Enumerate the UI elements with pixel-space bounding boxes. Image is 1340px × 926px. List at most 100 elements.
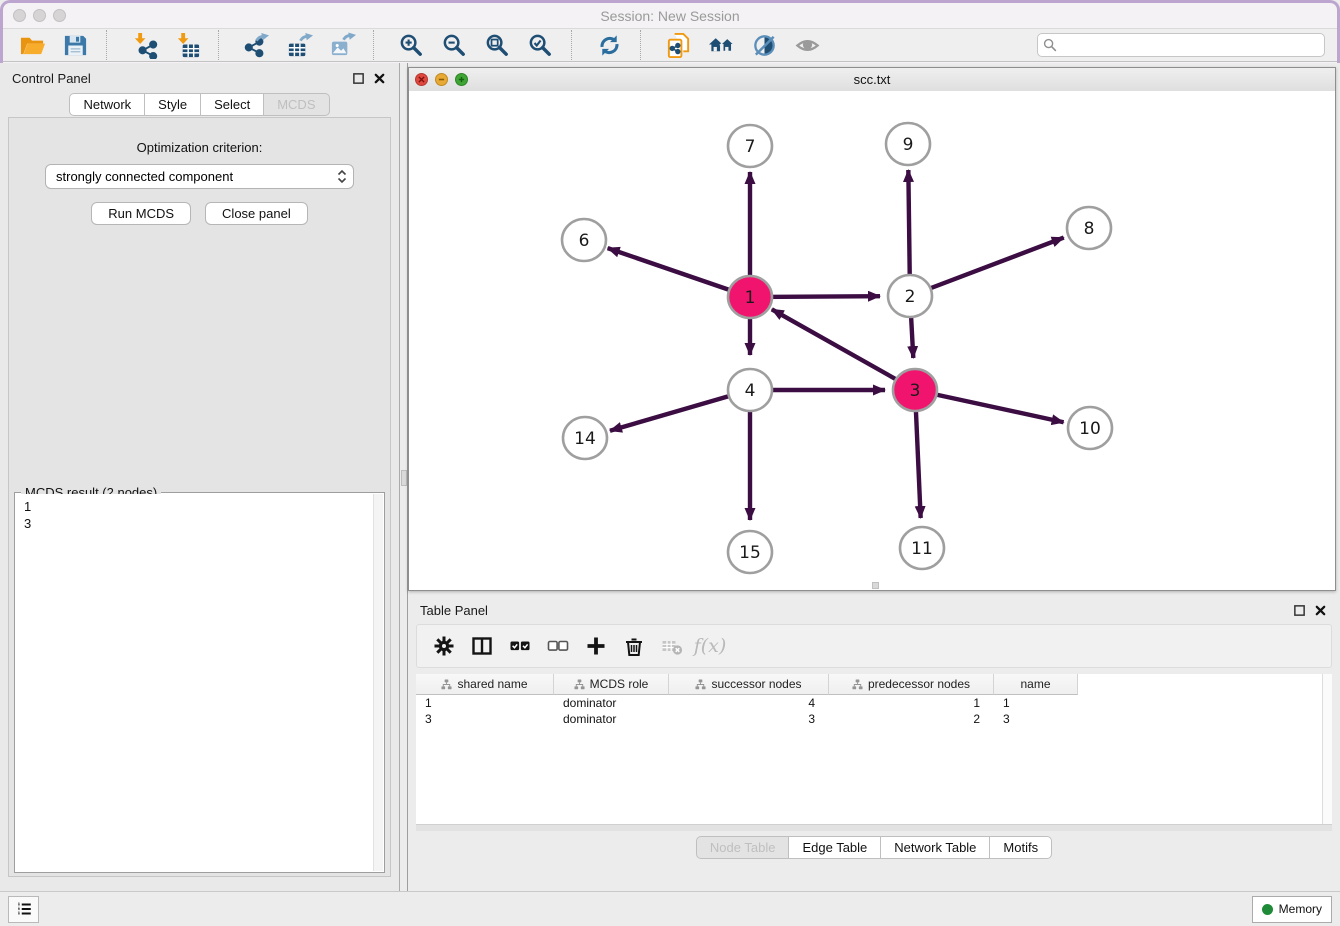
table-tabs: Node TableEdge TableNetwork TableMotifs	[408, 836, 1340, 859]
tab-network-table[interactable]: Network Table	[881, 836, 990, 859]
apply-layout-button[interactable]	[588, 30, 631, 60]
memory-status-dot	[1262, 904, 1273, 915]
export-image-button[interactable]	[321, 30, 364, 60]
table-toolbar: f(x)	[416, 624, 1332, 668]
column-header-name[interactable]: name	[994, 674, 1078, 695]
float-table-panel-icon[interactable]	[1292, 603, 1307, 618]
toolbar-separator	[218, 30, 232, 60]
table-header-row: shared nameMCDS rolesuccessor nodesprede…	[416, 674, 1323, 695]
toolbar-separator	[106, 30, 120, 60]
memory-button[interactable]: Memory	[1252, 896, 1332, 923]
table-row[interactable]: 1dominator411	[416, 695, 1323, 711]
table-cell: 3	[669, 711, 829, 727]
result-scrollbar[interactable]	[373, 494, 383, 871]
tab-mcds[interactable]: MCDS	[264, 93, 329, 116]
run-mcds-button[interactable]: Run MCDS	[91, 202, 191, 225]
tab-select[interactable]: Select	[201, 93, 264, 116]
table-settings-button[interactable]	[425, 628, 463, 664]
network-graph[interactable]: 7 9 6 8 1 2 4 3 14 10 15 11	[409, 91, 1335, 590]
gear-icon	[432, 634, 456, 658]
vertical-splitter[interactable]	[400, 63, 408, 891]
table-cell: 4	[669, 695, 829, 711]
graph-node-9[interactable]: 9	[886, 123, 930, 165]
tab-style[interactable]: Style	[145, 93, 201, 116]
float-panel-icon[interactable]	[351, 71, 366, 86]
mcds-result-list[interactable]: 13	[16, 494, 383, 871]
function-icon: f(x)	[694, 635, 727, 657]
import-table-button[interactable]	[166, 30, 209, 60]
zoom-fit-button[interactable]	[476, 30, 519, 60]
graph-node-6[interactable]: 6	[562, 219, 606, 261]
node-label: 9	[903, 135, 914, 155]
splitter-handle[interactable]	[401, 470, 407, 486]
canvas-grip[interactable]	[872, 582, 879, 589]
column-header-predecessor-nodes[interactable]: predecessor nodes	[829, 674, 994, 695]
tab-network[interactable]: Network	[69, 93, 145, 116]
edge-3-1[interactable]	[772, 309, 915, 390]
window-chrome: Session: New Session	[0, 0, 1340, 63]
column-header-MCDS-role[interactable]: MCDS role	[554, 674, 669, 695]
zoom-out-button[interactable]	[433, 30, 476, 60]
table-panel: Table Panel f(x) shared nameMCDS rolesuc…	[408, 595, 1340, 891]
column-header-successor-nodes[interactable]: successor nodes	[669, 674, 829, 695]
graph-node-1[interactable]: 1	[728, 276, 772, 318]
plus-icon	[584, 634, 608, 658]
table-row[interactable]: 3dominator323	[416, 711, 1323, 727]
graph-node-11[interactable]: 11	[900, 527, 944, 569]
table-delete-icon	[660, 634, 684, 658]
graph-node-10[interactable]: 10	[1068, 407, 1112, 449]
search-box	[1037, 33, 1325, 57]
edge-2-8[interactable]	[910, 238, 1064, 296]
zoom-selected-button[interactable]	[519, 30, 562, 60]
tab-motifs[interactable]: Motifs	[990, 836, 1052, 859]
task-history-button[interactable]	[8, 896, 39, 923]
search-input[interactable]	[1037, 33, 1325, 57]
close-panel-button[interactable]: Close panel	[205, 202, 308, 225]
open-folder-icon	[19, 32, 46, 59]
table-panel-header: Table Panel	[408, 595, 1340, 625]
graph-node-15[interactable]: 15	[728, 531, 772, 573]
create-column-button[interactable]	[577, 628, 615, 664]
close-panel-icon[interactable]	[372, 71, 387, 86]
network-view-title: scc.txt	[409, 72, 1335, 87]
zoom-fit-icon	[484, 32, 511, 59]
table-cell: dominator	[554, 711, 669, 727]
list-icon	[15, 900, 33, 918]
column-header-shared-name[interactable]: shared name	[416, 674, 554, 695]
network-canvas[interactable]: 7 9 6 8 1 2 4 3 14 10 15 11	[409, 91, 1335, 590]
export-network-button[interactable]	[235, 30, 278, 60]
node-table: shared nameMCDS rolesuccessor nodesprede…	[416, 674, 1323, 825]
delete-column-button[interactable]	[615, 628, 653, 664]
export-table-button[interactable]	[278, 30, 321, 60]
graph-node-7[interactable]: 7	[728, 125, 772, 167]
save-session-button[interactable]	[54, 30, 97, 60]
deselect-all-columns-button[interactable]	[539, 628, 577, 664]
mcds-panel: Optimization criterion: strongly connect…	[8, 117, 391, 877]
tab-node-table[interactable]: Node Table	[696, 836, 790, 859]
criterion-select[interactable]: strongly connected component	[45, 164, 354, 189]
import-network-button[interactable]	[123, 30, 166, 60]
select-all-columns-button[interactable]	[501, 628, 539, 664]
window-title: Session: New Session	[3, 8, 1337, 24]
graph-node-8[interactable]: 8	[1067, 207, 1111, 249]
show-columns-button[interactable]	[463, 628, 501, 664]
table-cell: dominator	[554, 695, 669, 711]
graph-node-3[interactable]: 3	[893, 369, 937, 411]
app-titlebar: Session: New Session	[3, 3, 1337, 28]
graph-node-4[interactable]: 4	[728, 369, 772, 411]
first-neighbors-button[interactable]	[700, 30, 743, 60]
graphics-details-button[interactable]	[743, 30, 786, 60]
zoom-out-icon	[441, 32, 468, 59]
graph-node-2[interactable]: 2	[888, 275, 932, 317]
node-label: 8	[1084, 219, 1095, 239]
graph-node-14[interactable]: 14	[563, 417, 607, 459]
zoom-in-button[interactable]	[390, 30, 433, 60]
tab-edge-table[interactable]: Edge Table	[789, 836, 881, 859]
clone-network-button[interactable]	[657, 30, 700, 60]
column-label: name	[1020, 677, 1050, 691]
open-file-button[interactable]	[11, 30, 54, 60]
close-table-panel-icon[interactable]	[1313, 603, 1328, 618]
houses-icon	[708, 32, 735, 59]
hierarchy-icon	[441, 679, 452, 690]
table-scrollbar[interactable]	[1322, 674, 1332, 825]
